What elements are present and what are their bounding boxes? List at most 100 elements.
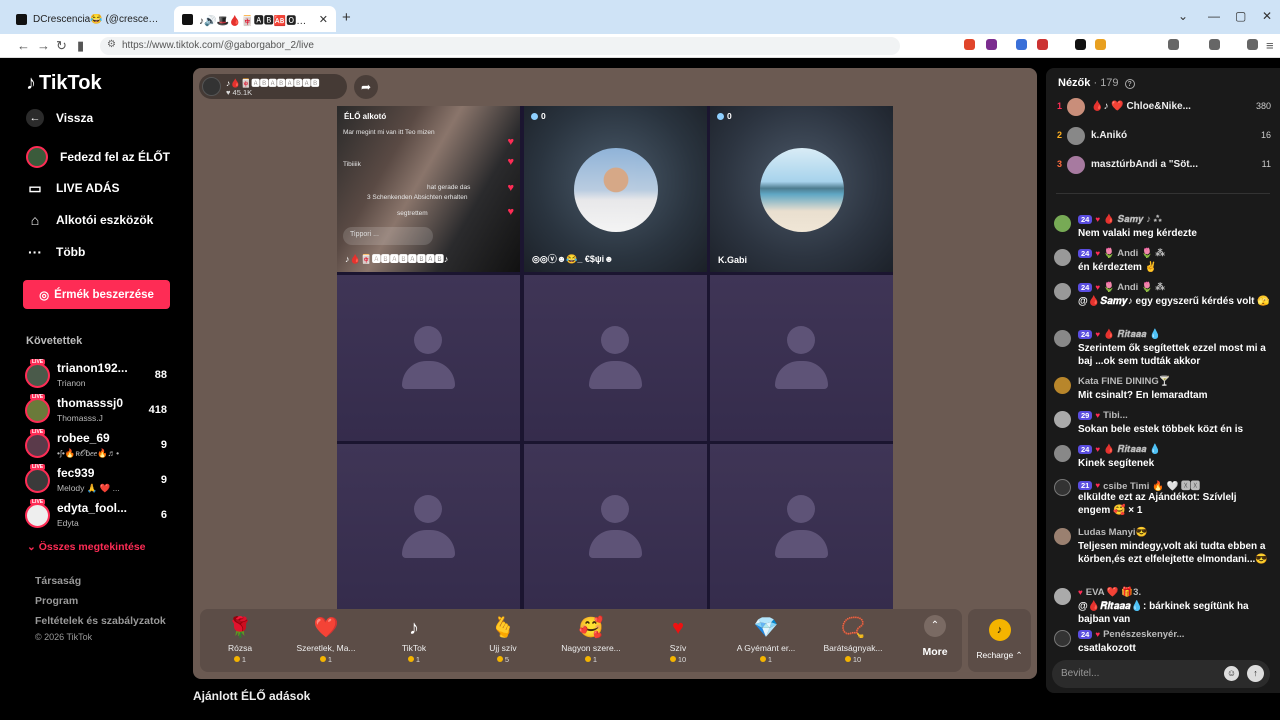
new-tab-icon[interactable]: + [342, 9, 351, 26]
empty-guest-slot[interactable] [710, 275, 893, 441]
empty-guest-slot[interactable] [524, 275, 707, 441]
media-icon[interactable] [1168, 39, 1179, 50]
avatar[interactable] [1054, 528, 1071, 545]
gift-heart[interactable]: ♥ Szív 10 [638, 615, 718, 664]
camera-icon: ▭ [28, 179, 42, 196]
extension-icon[interactable] [1037, 39, 1048, 50]
emoji-icon[interactable]: ☺ [1224, 666, 1239, 681]
chat-username[interactable]: Ludas Manyi😎 [1078, 527, 1147, 538]
left-sidebar: ♪ TikTok ← Vissza Fedezd fel az ÉLŐT ▭ L… [0, 58, 190, 720]
footer-company-link[interactable]: Társaság [35, 575, 81, 587]
send-icon[interactable]: ↑ [1247, 665, 1264, 682]
chat-username[interactable]: 🌷 Andi 🌷 ⁂ [1103, 248, 1165, 259]
nav-more[interactable]: ··· Több [26, 243, 85, 261]
help-icon[interactable]: ? [1124, 79, 1135, 89]
chat-input[interactable]: Bevitel... ☺ ↑ [1052, 660, 1270, 688]
wallet-icon[interactable] [1209, 39, 1220, 50]
address-bar[interactable]: ⚙ https://www.tiktok.com/@gaborgabor_2/l… [100, 37, 900, 55]
more-gifts-button[interactable]: ⌃ More [910, 615, 960, 658]
close-window-icon[interactable]: ✕ [1262, 9, 1272, 23]
chat-username[interactable]: 🩸 𝑹𝒊𝒕𝒂𝒂𝒂 💧 [1103, 329, 1161, 340]
nav-creator-tools[interactable]: ⌂ Alkotói eszközök [26, 211, 154, 229]
tab-list-icon[interactable]: ⌄ [1178, 9, 1188, 23]
shield-icon[interactable] [1247, 39, 1258, 50]
gift-tiktok[interactable]: ♪ TikTok 1 [374, 615, 454, 664]
get-coins-button[interactable]: ◎ Érmék beszerzése [23, 280, 170, 309]
guest-cell[interactable]: 0 K.Gabi [710, 106, 893, 272]
maximize-icon[interactable]: ▢ [1235, 9, 1246, 23]
gift-love-face[interactable]: 🥰 Nagyon szere... 1 [551, 615, 631, 664]
nav-live-studio[interactable]: ▭ LIVE ADÁS [26, 179, 119, 197]
tiktok-favicon-icon [182, 13, 193, 25]
footer-terms-link[interactable]: Feltételek és szabályzatok [35, 615, 166, 627]
chat-text: @🩸𝑹𝒊𝒕𝒂𝒂𝒂💧: bárkinek segítünk ha bajban v… [1078, 601, 1249, 625]
avatar[interactable] [1054, 445, 1071, 462]
avatar[interactable] [1054, 411, 1071, 428]
level-badge: 24 [1078, 249, 1093, 258]
chat-text: Kinek segítenek [1078, 458, 1155, 469]
chat-username[interactable]: 🩸 𝑺𝒂𝒎𝒚 ♪ ⁂ [1103, 214, 1162, 225]
extension-icon[interactable] [1016, 39, 1027, 50]
gift-rose[interactable]: 🌹 Rózsa 1 [200, 615, 280, 664]
gift-icon [1054, 479, 1071, 496]
back-icon[interactable]: ← [17, 38, 30, 53]
gift-diamond[interactable]: 💎 A Gyémánt er... 1 [726, 615, 806, 664]
following-item[interactable]: LIVE thomasssj0 Thomasss.J 418 [25, 394, 175, 426]
chat-username[interactable]: csibe Timi 🔥 🤍 🆇🆇 [1103, 478, 1200, 492]
chat-username[interactable]: EVA ❤️ 🎁3. [1086, 587, 1141, 598]
share-button[interactable]: ➦ [354, 75, 378, 99]
menu-icon[interactable]: ≡ [1266, 38, 1274, 53]
extension-icon[interactable] [986, 39, 997, 50]
forward-icon[interactable]: → [37, 38, 50, 53]
tiktok-logo[interactable]: ♪ TikTok [26, 72, 102, 95]
avatar[interactable] [1054, 588, 1071, 605]
extension-icon[interactable] [1075, 39, 1086, 50]
finger-heart-icon: 🫰 [490, 617, 516, 639]
avatar[interactable] [1054, 249, 1071, 266]
empty-guest-slot[interactable] [524, 444, 707, 610]
chat-username[interactable]: 🌷 Andi 🌷 ⁂ [1103, 282, 1165, 293]
following-item[interactable]: LIVE edyta_fool... Edyta 6 [25, 499, 175, 531]
extension-icon[interactable] [1095, 39, 1106, 50]
chat-username[interactable]: Penészeskenyér... [1103, 629, 1184, 640]
browser-tab[interactable]: DCrescencia😂 (@crescencia27) ÉLŐ [8, 6, 168, 32]
gift-finger-heart[interactable]: 🫰 Ujj szív 5 [463, 615, 543, 664]
chat-username[interactable]: Tibi... [1103, 410, 1128, 421]
following-item[interactable]: LIVE trianon192... Trianon 88 [25, 359, 175, 391]
following-item[interactable]: LIVE robee_69 •ʃ•🔥ʀ𝒪ɓ𝑒𝑒🔥♬• 9 [25, 429, 175, 461]
extension-icon[interactable] [964, 39, 975, 50]
empty-guest-slot[interactable] [337, 275, 520, 441]
nav-explore-live[interactable]: Fedezd fel az ÉLŐT [26, 146, 170, 168]
chat-username[interactable]: Kata FINE DINING🍸 [1078, 376, 1171, 387]
avatar[interactable] [1054, 283, 1071, 300]
footer-program-link[interactable]: Program [35, 595, 78, 607]
top-viewer-row[interactable]: 1 🩸♪ ❤️ Chloe&Nike... 380 [1057, 97, 1271, 117]
chat-username[interactable]: 🩸 𝑹𝒊𝒕𝒂𝒂𝒂 💧 [1103, 444, 1161, 455]
gift-heart-map[interactable]: ❤️ Szeretlek, Ma... 1 [286, 615, 366, 664]
avatar[interactable] [1054, 330, 1071, 347]
viewers-header[interactable]: Nézők · 179 ? [1058, 77, 1135, 89]
see-all-link[interactable]: ⌄ Összes megtekintése [27, 541, 146, 553]
score-icon [717, 112, 724, 120]
top-viewer-row[interactable]: 3 masztúrbAndi a "Söt... 11 [1057, 155, 1271, 175]
site-info-icon[interactable]: ⚙ [107, 39, 116, 50]
host-info[interactable]: ♪🩸🀄🅰🅱🅰🅱🅰🅱🅰🅱 ♥ 45.1K [199, 74, 347, 99]
chat-text: elküldte ezt az Ajándékot: Szívlelj enge… [1078, 492, 1237, 516]
bookmark-icon[interactable]: ▮ [77, 38, 84, 54]
coin-icon: ♪ [988, 619, 1011, 641]
guest-cell[interactable]: 0 ◎◎ⓥ☻😂_ €$ψi☻ [524, 106, 707, 272]
recharge-button[interactable]: ♪ Recharge ⌃ [968, 609, 1031, 672]
empty-guest-slot[interactable] [337, 444, 520, 610]
minimize-icon[interactable]: — [1208, 9, 1220, 23]
browser-tab-active[interactable]: ♪🔊🎩🩸🀄🅰🅱🆎🅾🅱🅰🅱 ✕ [174, 6, 336, 32]
avatar[interactable] [1054, 215, 1071, 232]
gift-friendship-necklace[interactable]: 📿 Barátságnyak... 10 [813, 615, 893, 664]
following-item[interactable]: LIVE fec939 Melody 🙏 ❤️ ... 9 [25, 464, 175, 496]
back-link[interactable]: ← Vissza [26, 109, 93, 127]
top-viewer-row[interactable]: 2 k.Anikó 16 [1057, 126, 1271, 146]
empty-guest-slot[interactable] [710, 444, 893, 610]
guest-cell-host[interactable]: ÉLŐ alkotó Mar megint mi van itt Teo miz… [337, 106, 520, 272]
avatar[interactable] [1054, 377, 1071, 394]
reload-icon[interactable]: ↻ [56, 38, 67, 54]
close-tab-icon[interactable]: ✕ [319, 13, 328, 26]
